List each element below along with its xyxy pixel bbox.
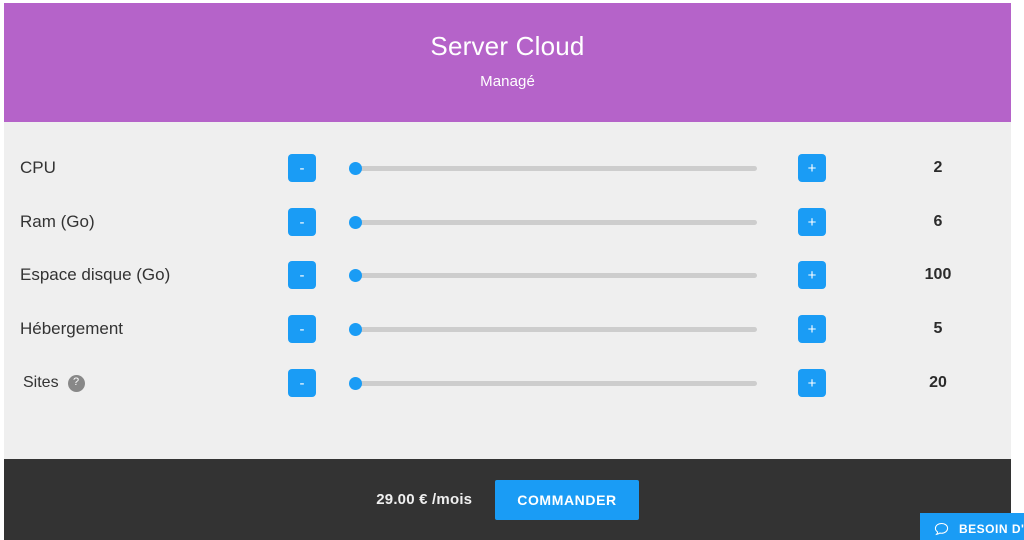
slider-thumb[interactable] xyxy=(349,268,362,282)
increment-button-hosting[interactable]: + xyxy=(798,315,826,343)
decrement-button-sites[interactable]: - xyxy=(288,369,316,397)
config-row-label: Hébergement xyxy=(20,319,123,339)
decrement-button-disk[interactable]: - xyxy=(288,261,316,289)
slider-thumb[interactable] xyxy=(349,161,362,175)
config-row-disk: Espace disque (Go) - + 100 xyxy=(4,255,1011,295)
config-row-hosting: Hébergement - + 5 xyxy=(4,309,1011,349)
increment-button-disk[interactable]: + xyxy=(798,261,826,289)
config-row-label: Espace disque (Go) xyxy=(20,265,170,285)
pricing-footer: 29.00 € /mois COMMANDER xyxy=(4,459,1011,540)
increment-button-ram[interactable]: + xyxy=(798,208,826,236)
decrement-button-cpu[interactable]: - xyxy=(288,154,316,182)
configuration-panel: CPU - + 2 Ram (Go) - + 6 Espace disque (… xyxy=(4,122,1011,459)
increment-button-sites[interactable]: + xyxy=(798,369,826,397)
value-ram: 6 xyxy=(933,213,943,230)
config-row-label: Ram (Go) xyxy=(20,212,95,232)
value-hosting: 5 xyxy=(933,320,943,337)
config-row-label-text: Hébergement xyxy=(20,319,124,338)
value-sites: 20 xyxy=(929,374,947,391)
total-price: 29.00 € /mois xyxy=(376,491,473,508)
decrement-button-ram[interactable]: - xyxy=(288,208,316,236)
value-cpu: 2 xyxy=(933,159,943,176)
slider-thumb[interactable] xyxy=(349,322,362,336)
slider-track xyxy=(356,380,757,386)
increment-button-cpu[interactable]: + xyxy=(798,154,826,182)
slider-disk[interactable] xyxy=(349,265,764,285)
config-row-label-text: Sites xyxy=(23,374,59,391)
help-chat-widget[interactable]: BESOIN D'AIDE ? xyxy=(920,513,1024,540)
slider-thumb[interactable] xyxy=(349,376,362,390)
slider-sites[interactable] xyxy=(349,373,764,393)
config-row-label: Sites ? xyxy=(23,374,85,392)
pricing-configurator: Server Cloud Managé CPU - + 2 Ram (Go) - xyxy=(0,0,1024,540)
help-chat-label: BESOIN D'AIDE ? xyxy=(959,522,1024,536)
slider-ram[interactable] xyxy=(349,212,764,232)
order-button[interactable]: COMMANDER xyxy=(495,479,639,520)
slider-thumb[interactable] xyxy=(349,215,362,229)
slider-hosting[interactable] xyxy=(349,319,764,339)
config-row-label: CPU xyxy=(20,158,56,178)
config-row-cpu: CPU - + 2 xyxy=(4,148,1011,188)
slider-track xyxy=(356,326,757,332)
config-row-label-text: Ram (Go) xyxy=(20,212,95,231)
slider-track xyxy=(356,165,757,171)
question-mark-icon[interactable]: ? xyxy=(67,374,85,392)
slider-track xyxy=(356,272,757,278)
config-row-label-text: CPU xyxy=(20,158,56,177)
page-title: Server Cloud xyxy=(430,30,585,61)
config-row-ram: Ram (Go) - + 6 xyxy=(4,202,1011,242)
config-row-sites: Sites ? - + 20 xyxy=(4,363,1011,403)
decrement-button-hosting[interactable]: - xyxy=(288,315,316,343)
slider-cpu[interactable] xyxy=(349,158,764,178)
speech-bubble-icon xyxy=(934,522,949,535)
product-header: Server Cloud Managé xyxy=(4,3,1011,122)
page-subtitle: Managé xyxy=(480,73,535,91)
slider-track xyxy=(356,219,757,225)
value-disk: 100 xyxy=(924,266,952,283)
config-row-label-text: Espace disque (Go) xyxy=(20,265,171,284)
